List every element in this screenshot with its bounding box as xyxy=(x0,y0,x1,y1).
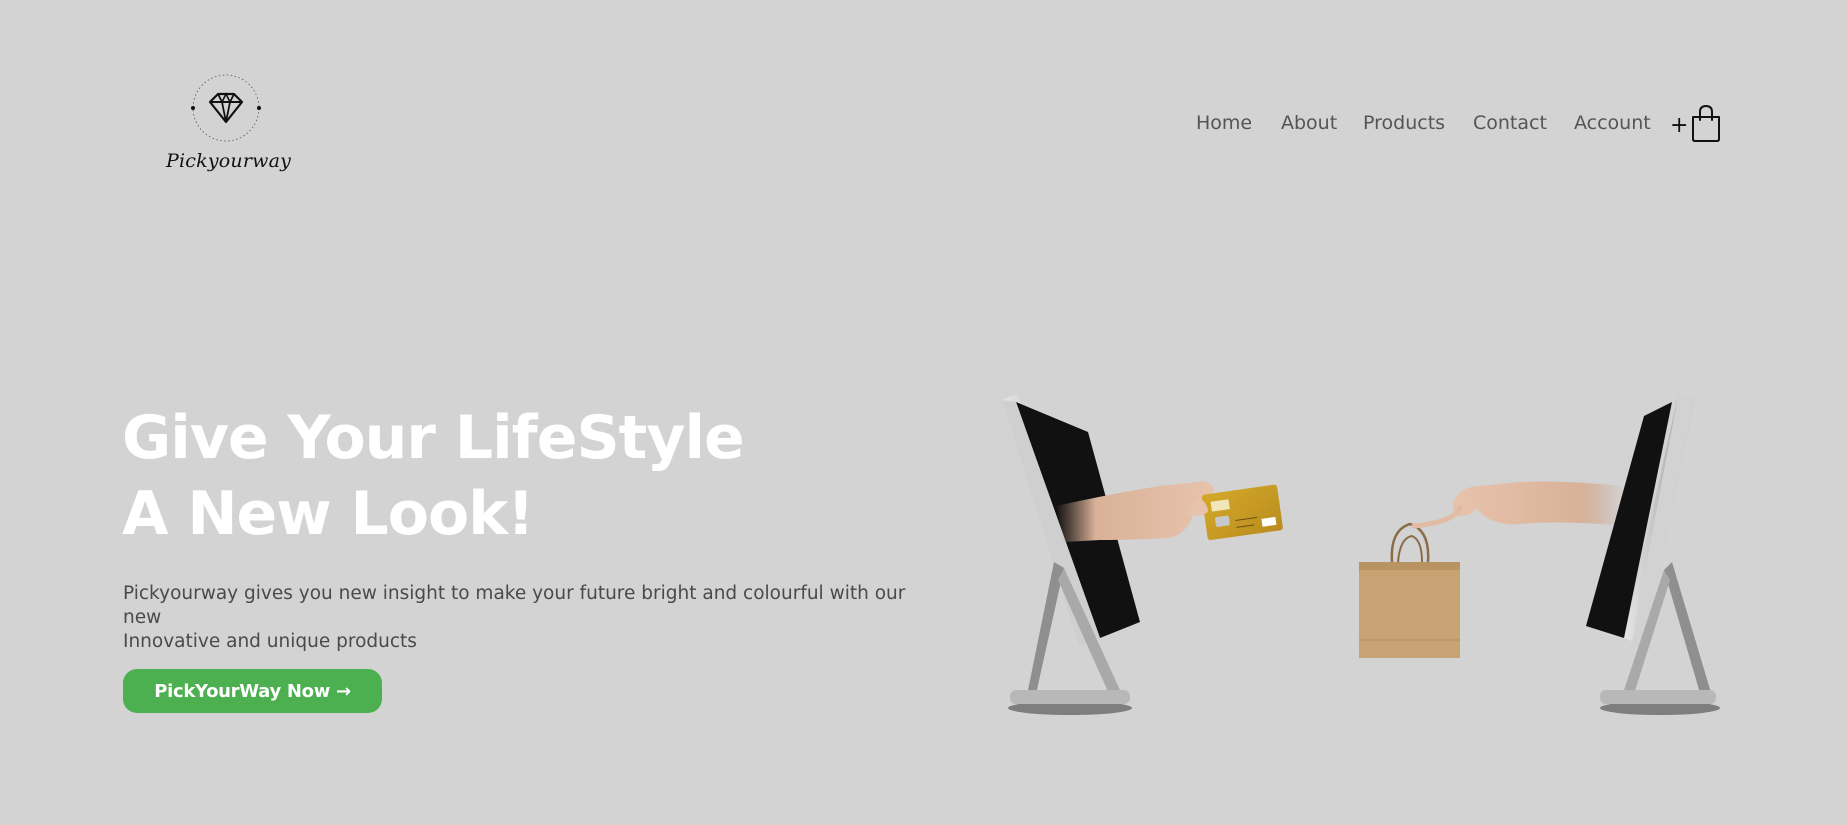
hero-description: Pickyourway gives you new insight to mak… xyxy=(123,582,943,654)
online-shopping-illustration xyxy=(1002,394,1720,715)
hero-description-line-1: Pickyourway gives you new insight to mak… xyxy=(123,583,906,628)
right-hand xyxy=(1411,481,1624,529)
nav-about[interactable]: About xyxy=(1281,112,1337,134)
left-monitor xyxy=(1002,394,1140,715)
nav-home[interactable]: Home xyxy=(1196,112,1252,134)
right-monitor xyxy=(1586,396,1720,715)
cart-plus: + xyxy=(1670,113,1689,138)
hero-title: Give Your LifeStyle A New Look! xyxy=(122,400,882,552)
hero-title-line-2: A New Look! xyxy=(122,479,535,549)
nav-contact[interactable]: Contact xyxy=(1473,112,1547,134)
main-nav: Home About Products Contact Account xyxy=(0,112,1847,142)
nav-account[interactable]: Account xyxy=(1574,112,1651,134)
brand-name: Pickyourway xyxy=(166,150,292,172)
pickyourway-now-button[interactable]: PickYourWay Now → xyxy=(123,669,382,713)
hero-description-line-2: Innovative and unique products xyxy=(123,631,417,652)
cart-button[interactable]: + xyxy=(1670,103,1722,145)
landing-page: Pickyourway Home About Products Contact … xyxy=(0,0,1847,825)
shopping-bag-illustration xyxy=(1359,522,1460,658)
nav-products[interactable]: Products xyxy=(1363,112,1445,134)
shopping-bag-icon xyxy=(1692,104,1720,142)
hero-title-line-1: Give Your LifeStyle xyxy=(122,403,745,473)
